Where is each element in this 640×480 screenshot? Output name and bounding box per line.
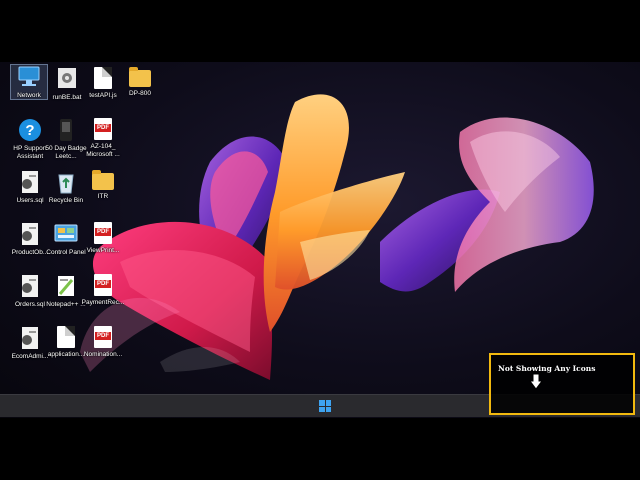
pdf-icon: PDF xyxy=(94,326,112,348)
gear-file-icon xyxy=(55,67,79,91)
sql-file-icon xyxy=(18,170,42,194)
file-icon xyxy=(94,67,112,89)
icon-label: AZ-104_ Microsoft ... xyxy=(86,143,120,158)
file-icon xyxy=(57,326,75,348)
icon-label: PaymentRec... xyxy=(81,299,125,306)
desktop-icon-itr[interactable]: ITR xyxy=(77,170,129,201)
notepad-icon xyxy=(54,274,78,298)
windows-start-icon[interactable] xyxy=(319,400,331,412)
arrow-down-icon xyxy=(529,373,543,390)
annotation-box: Not Showing Any Icons xyxy=(489,353,635,415)
desktop-icon-paymentrec[interactable]: PDF PaymentRec... xyxy=(77,274,129,307)
sql-file-icon xyxy=(18,274,42,298)
desktop-icon-dp800[interactable]: DP-800 xyxy=(114,67,166,98)
badge-icon xyxy=(54,118,78,142)
hp-support-icon: ? xyxy=(18,118,42,142)
icon-label: ITR xyxy=(97,193,109,200)
folder-icon xyxy=(129,67,151,87)
recycle-bin-icon xyxy=(54,170,78,194)
sql-file-icon xyxy=(18,326,42,350)
pdf-icon: PDF xyxy=(94,222,112,244)
desktop-icon-nomination[interactable]: PDF Nomination... xyxy=(77,326,129,359)
icon-label: ViewPrint... xyxy=(86,247,120,254)
network-icon xyxy=(17,65,41,89)
desktop-icon-viewprint[interactable]: PDF ViewPrint... xyxy=(77,222,129,255)
svg-text:?: ? xyxy=(25,122,34,139)
icon-label: Nomination... xyxy=(83,351,123,358)
desktop-icon-az104[interactable]: PDF AZ-104_ Microsoft ... xyxy=(77,118,129,159)
folder-icon xyxy=(92,170,114,190)
icon-label: DP-800 xyxy=(128,90,152,97)
control-panel-icon xyxy=(54,222,78,246)
annotation-text: Not Showing Any Icons xyxy=(498,364,596,373)
pdf-icon: PDF xyxy=(94,274,112,296)
pdf-icon: PDF xyxy=(94,118,112,140)
sql-file-icon xyxy=(18,222,42,246)
